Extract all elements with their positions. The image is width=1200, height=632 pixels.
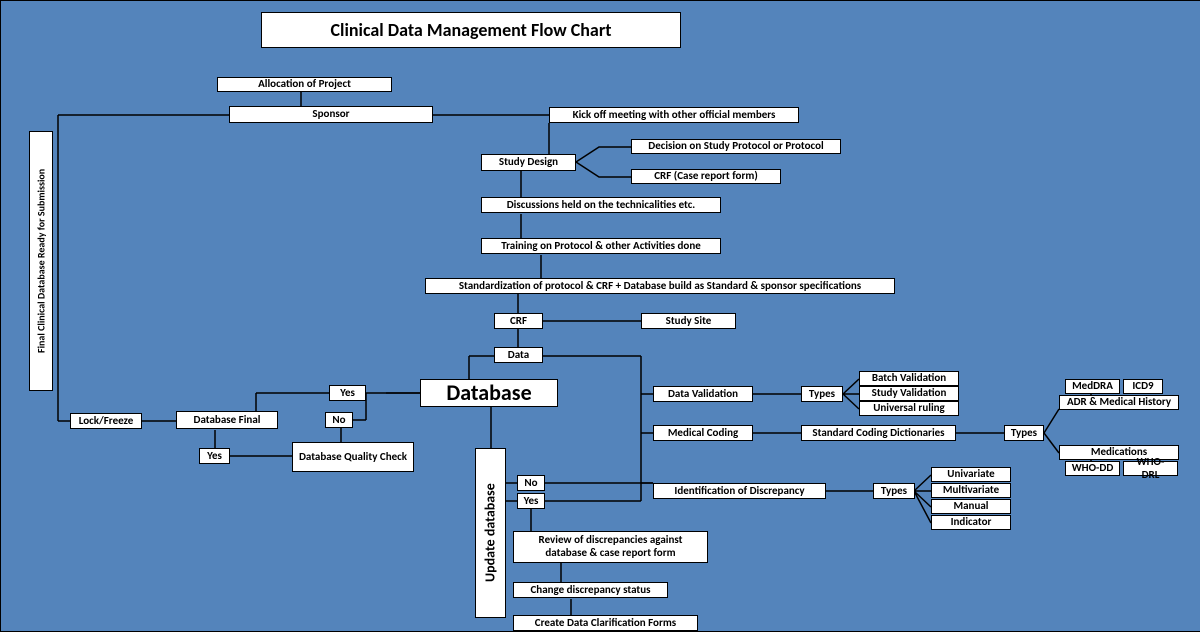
node-adr-history: ADR & Medical History — [1059, 395, 1179, 410]
node-types-discrepancy: Types — [873, 483, 915, 499]
node-decision-protocol: Decision on Study Protocol or Protocol — [631, 139, 841, 154]
node-who-drl: WHO-DRL — [1123, 461, 1178, 476]
node-manual: Manual — [931, 499, 1011, 514]
node-study-site: Study Site — [641, 313, 736, 329]
node-kickoff: Kick off meeting with other official mem… — [549, 107, 799, 123]
node-change-status: Change discrepancy status — [513, 582, 668, 598]
node-database-final: Database Final — [176, 411, 278, 429]
node-yes-left: Yes — [329, 385, 366, 401]
node-who-dd: WHO-DD — [1065, 461, 1120, 476]
node-study-validation: Study Validation — [859, 386, 959, 401]
node-batch-validation: Batch Validation — [859, 371, 959, 386]
node-no-discrepancy: No — [517, 475, 545, 491]
node-discussions: Discussions held on the technicalities e… — [481, 197, 721, 213]
node-univariate: Univariate — [931, 467, 1011, 482]
node-update-database: Update database — [475, 448, 506, 618]
node-data: Data — [494, 347, 543, 363]
node-multivariate: Multivariate — [931, 483, 1011, 498]
node-yes-discrepancy: Yes — [517, 493, 545, 509]
node-universal-ruling: Universal ruling — [859, 401, 959, 416]
node-standard-dictionaries: Standard Coding Dictionaries — [801, 425, 956, 441]
node-create-dcf: Create Data Clarification Forms — [513, 615, 698, 631]
chart-title: Clinical Data Management Flow Chart — [261, 12, 681, 48]
node-training: Training on Protocol & other Activities … — [481, 238, 721, 254]
node-final-ready: Final Clinical Database Ready for Submis… — [29, 131, 53, 391]
node-sponsor: Sponsor — [229, 106, 433, 123]
node-db-quality-check: Database Quality Check — [292, 442, 414, 472]
node-data-validation: Data Validation — [653, 386, 753, 402]
node-no-left: No — [325, 412, 353, 428]
node-meddra: MedDRA — [1065, 379, 1120, 394]
node-allocation: Allocation of Project — [217, 77, 392, 92]
node-review-discrepancies: Review of discrepancies against database… — [513, 531, 708, 563]
node-crf: CRF — [494, 313, 543, 329]
node-types-dictionaries: Types — [1004, 425, 1044, 441]
node-crf-form: CRF (Case report form) — [631, 169, 781, 184]
node-identification-discrepancy: Identification of Discrepancy — [653, 483, 826, 499]
node-lock-freeze: Lock/Freeze — [70, 413, 142, 429]
node-types-validation: Types — [801, 386, 843, 402]
node-database: Database — [420, 379, 558, 407]
node-standardization: Standardization of protocol & CRF + Data… — [425, 278, 895, 294]
node-medical-coding: Medical Coding — [653, 425, 753, 441]
node-study-design: Study Design — [481, 154, 576, 171]
node-indicator: Indicator — [931, 515, 1011, 530]
node-icd9: ICD9 — [1123, 379, 1163, 394]
node-yes-bottom-left: Yes — [199, 448, 230, 464]
